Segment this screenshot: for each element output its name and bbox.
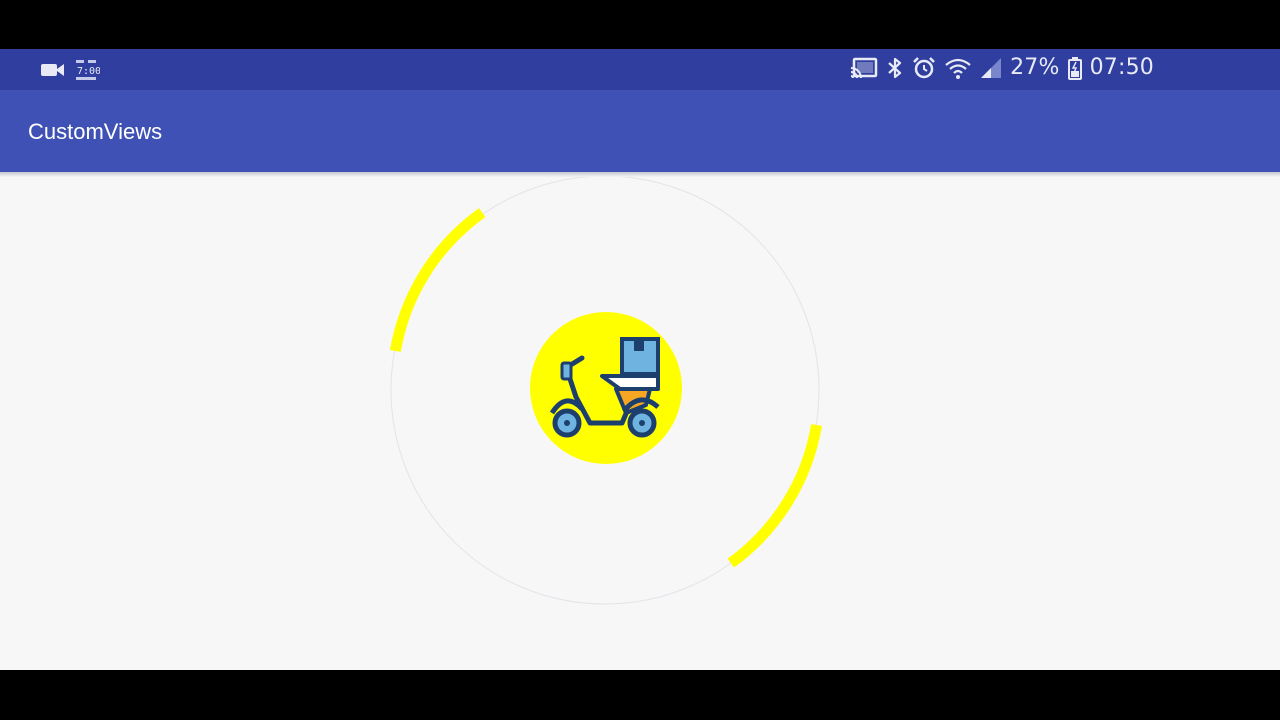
wifi-icon (944, 56, 972, 80)
clock: 07:50 (1089, 55, 1154, 80)
battery-icon (1067, 56, 1082, 80)
svg-text:7:00: 7:00 (77, 66, 100, 77)
bluetooth-icon (886, 56, 904, 80)
letterbox-top (0, 0, 1280, 49)
cellular-signal-icon (980, 56, 1002, 80)
app-title: CustomViews (28, 119, 163, 144)
status-bar: 7:00 27% 07:50 (0, 49, 1280, 90)
delivery-scooter-icon (530, 312, 682, 464)
video-camera-icon (40, 59, 66, 81)
letterbox-bottom (0, 670, 1280, 720)
notification-clock-icon: 7:00 (74, 58, 100, 82)
app-bar: CustomViews (0, 90, 1280, 172)
content-area (0, 177, 1280, 670)
cast-icon (850, 56, 878, 80)
loading-spinner (389, 177, 823, 605)
alarm-icon (912, 56, 936, 80)
battery-percent: 27% (1010, 55, 1060, 80)
spinner-arc-lower-right (727, 424, 823, 568)
spinner-arc-upper-left (389, 208, 486, 352)
